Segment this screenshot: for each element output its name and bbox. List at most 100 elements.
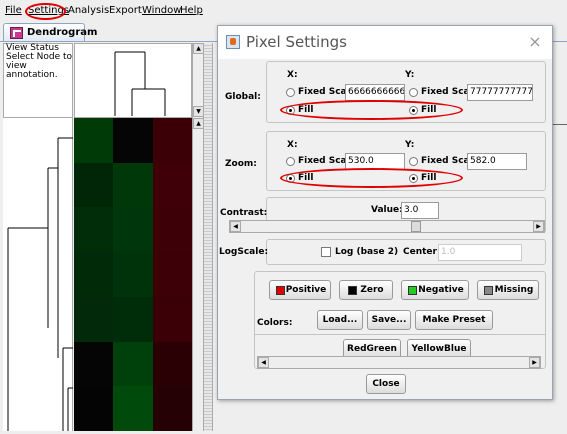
global-x-scale-field[interactable]: 666666666664 xyxy=(345,84,405,101)
log-base2-label: Log (base 2) xyxy=(335,247,399,257)
menu-file-label: File xyxy=(5,5,22,16)
global-y-label: Y: xyxy=(405,70,415,80)
load-button[interactable]: Load... xyxy=(317,310,363,330)
heatmap-cell[interactable] xyxy=(113,118,154,163)
menu-window[interactable]: Window xyxy=(142,5,181,16)
menu-export-label: Export xyxy=(109,5,142,16)
negative-swatch xyxy=(408,286,417,295)
heatmap-cell[interactable] xyxy=(74,118,114,163)
zoom-x-fixed-radio[interactable] xyxy=(286,157,295,166)
tab-dendrogram[interactable]: Dendrogram xyxy=(3,23,97,42)
center-label: Center: xyxy=(403,247,441,257)
menu-bar: File Settings Analysis Export Window Hel… xyxy=(0,0,567,22)
presets-scrollbar[interactable]: ◀ ▶ xyxy=(257,356,541,369)
positive-label: Positive xyxy=(285,285,327,295)
global-fill-highlight-ellipse xyxy=(280,100,463,120)
global-label: Global: xyxy=(225,92,261,102)
tab-dendrogram-label: Dendrogram xyxy=(27,27,98,38)
global-x-label: X: xyxy=(287,70,298,80)
menu-help-label: Help xyxy=(180,5,203,16)
settings-highlight-ellipse xyxy=(25,3,66,20)
missing-color-button[interactable]: Missing xyxy=(477,280,539,300)
close-icon[interactable]: × xyxy=(527,34,543,50)
global-y-scale-field[interactable]: 777777777777 xyxy=(467,84,533,101)
row-dendrogram[interactable] xyxy=(3,118,73,431)
pixel-settings-dialog: Pixel Settings × X: Y: Fixed Scale 66666… xyxy=(217,25,553,400)
negative-label: Negative xyxy=(418,285,464,295)
java-icon xyxy=(226,35,240,49)
menu-help[interactable]: Help xyxy=(180,5,203,16)
zoom-x-label: X: xyxy=(287,140,298,150)
logscale-section: Log (base 2) Center: 1.0 xyxy=(266,239,546,265)
make-preset-button[interactable]: Make Preset xyxy=(415,310,493,330)
zoom-y-fixed-radio[interactable] xyxy=(409,157,418,166)
row-tree-lines xyxy=(7,137,73,431)
splitter[interactable] xyxy=(203,43,213,431)
heatmap-cell[interactable] xyxy=(74,207,114,253)
dendrogram-icon xyxy=(10,27,23,39)
contrast-slider-thumb[interactable] xyxy=(411,221,422,232)
heatmap-cell[interactable] xyxy=(152,207,193,253)
heatmap-cell[interactable] xyxy=(74,341,114,387)
menu-analysis-label: Analysis xyxy=(68,5,110,16)
menu-window-label: Window xyxy=(142,5,182,16)
menu-analysis[interactable]: Analysis xyxy=(68,5,109,16)
heatmap-cell[interactable] xyxy=(113,207,154,253)
global-y-fixed-radio[interactable] xyxy=(409,88,418,97)
contrast-value-label: Value: xyxy=(371,205,403,215)
heatmap-cell[interactable] xyxy=(74,162,114,208)
slider-left-icon[interactable]: ◀ xyxy=(230,221,241,232)
missing-swatch xyxy=(484,286,493,295)
status-line-3: view annotation. xyxy=(6,61,58,80)
logscale-label: LogScale: xyxy=(219,247,269,257)
zoom-section: X: Y: Fixed Scale 530.0 Fixed Scale 582.… xyxy=(266,131,546,191)
column-tree-lines xyxy=(114,51,166,116)
center-field[interactable]: 1.0 xyxy=(438,244,522,261)
heatmap-cell[interactable] xyxy=(113,252,154,298)
dialog-titlebar[interactable]: Pixel Settings × xyxy=(218,26,552,59)
heatmap-cell[interactable] xyxy=(152,296,193,342)
contrast-slider[interactable]: ◀ ▶ xyxy=(229,220,545,233)
menu-file[interactable]: File xyxy=(5,5,22,16)
colors-section: Positive Zero Negative Missing Colors: L… xyxy=(254,271,546,369)
close-button[interactable]: Close xyxy=(366,374,406,394)
global-x-fixed-radio[interactable] xyxy=(286,88,295,97)
heatmap-cell[interactable] xyxy=(74,252,114,298)
heatmap-cell[interactable] xyxy=(113,296,154,342)
column-tree-scrollbar[interactable]: ▲ ▼ xyxy=(192,43,204,118)
menu-export[interactable]: Export xyxy=(109,5,142,16)
heatmap-cell[interactable] xyxy=(152,118,193,163)
missing-label: Missing xyxy=(494,285,534,295)
slider-right-icon[interactable]: ▶ xyxy=(533,221,544,232)
contrast-label: Contrast: xyxy=(220,208,268,218)
zero-swatch xyxy=(348,286,357,295)
zero-label: Zero xyxy=(360,285,384,295)
zoom-y-scale-field[interactable]: 582.0 xyxy=(467,153,527,170)
contrast-value-field[interactable]: 3.0 xyxy=(401,202,439,219)
global-section: X: Y: Fixed Scale 666666666664 Fixed Sca… xyxy=(266,61,546,123)
zoom-fill-highlight-ellipse xyxy=(280,168,463,188)
positive-swatch xyxy=(276,286,285,295)
log-base2-checkbox[interactable] xyxy=(321,247,331,257)
column-dendrogram[interactable] xyxy=(74,43,192,118)
heatmap-cell[interactable] xyxy=(113,341,154,387)
heatmap-cell[interactable] xyxy=(152,386,193,432)
zoom-label: Zoom: xyxy=(225,159,257,169)
save-button[interactable]: Save... xyxy=(367,310,411,330)
heatmap-cell[interactable] xyxy=(74,386,114,432)
heatmap-cell[interactable] xyxy=(152,162,193,208)
positive-color-button[interactable]: Positive xyxy=(269,280,331,300)
heatmap-scrollbar[interactable]: ▲ xyxy=(192,118,204,431)
heatmap-cell[interactable] xyxy=(152,341,193,387)
heatmap-cell[interactable] xyxy=(113,386,154,432)
heatmap-cell[interactable] xyxy=(113,162,154,208)
dialog-title: Pixel Settings xyxy=(246,33,347,51)
slider-left-icon[interactable]: ◀ xyxy=(258,357,269,368)
heatmap-cell[interactable] xyxy=(74,296,114,342)
zero-color-button[interactable]: Zero xyxy=(339,280,393,300)
heatmap[interactable] xyxy=(74,118,193,432)
heatmap-cell[interactable] xyxy=(152,252,193,298)
slider-right-icon[interactable]: ▶ xyxy=(529,357,540,368)
colors-label: Colors: xyxy=(257,318,293,328)
negative-color-button[interactable]: Negative xyxy=(401,280,469,300)
